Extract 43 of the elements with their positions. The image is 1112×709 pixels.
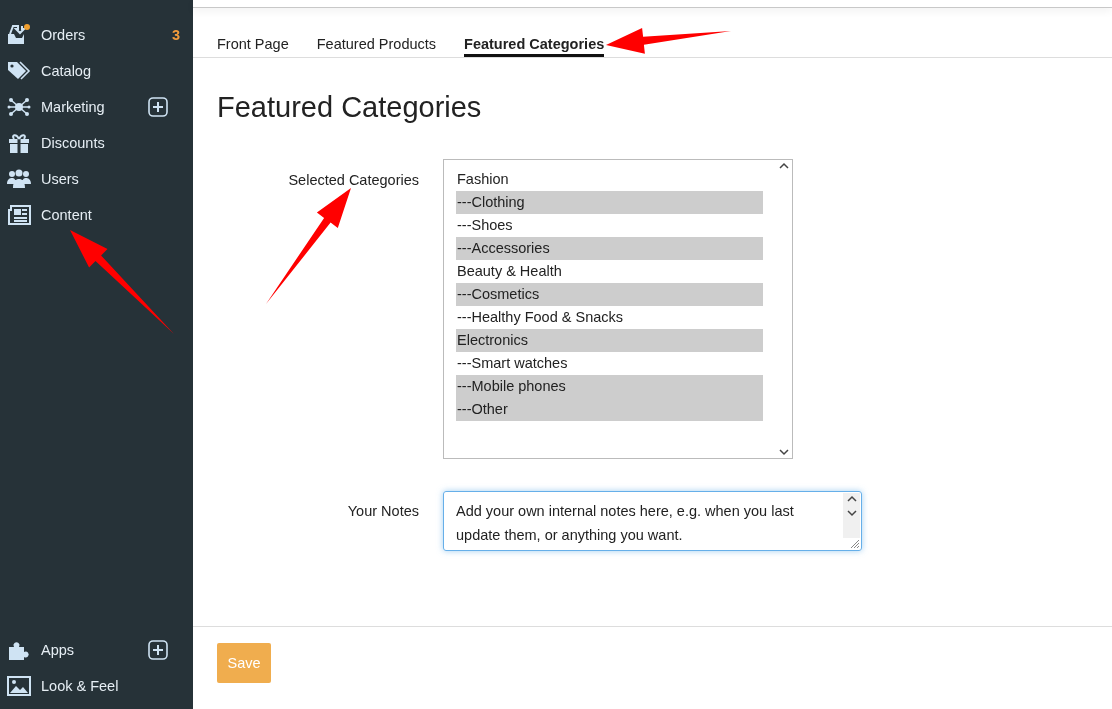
field-label: Your Notes (347, 502, 419, 519)
puzzle-icon (7, 639, 31, 661)
sidebar-item[interactable]: Orders 3 (0, 17, 193, 53)
category-option[interactable]: ---Healthy Food & Snacks (456, 306, 763, 329)
category-option[interactable]: ---Shoes (456, 214, 763, 237)
gift-icon (7, 132, 31, 154)
notes-field[interactable]: Add your own internal notes here, e.g. when you last update them, or anything you want. (443, 491, 862, 551)
category-option[interactable]: ---Mobile phones (456, 375, 763, 398)
category-option[interactable]: ---Clothing (456, 191, 763, 214)
categories-listbox[interactable]: Fashion ---Clothing ---Shoes ---Accessories Beauty & Health ---Cosmetics ---Healthy Food & Snacks Electronics ---Smart watches ---Mobile phones ---Other (443, 159, 793, 459)
sidebar-item[interactable]: Catalog (0, 53, 193, 89)
tab[interactable]: Featured Categories (464, 36, 605, 57)
tab[interactable]: Front Page (217, 36, 289, 57)
sidebar-item[interactable]: Discounts (0, 125, 193, 161)
scroll-up-icon[interactable] (846, 495, 857, 503)
add-icon[interactable] (146, 97, 170, 117)
add-icon[interactable] (146, 640, 170, 660)
tag-icon (7, 60, 31, 82)
users-icon (7, 168, 31, 190)
category-option[interactable]: Electronics (456, 329, 763, 352)
scroll-down-icon[interactable] (846, 509, 857, 517)
category-option[interactable]: ---Cosmetics (456, 283, 763, 306)
sidebar-item[interactable]: Marketing (0, 89, 193, 125)
field-label: Selected Categories (288, 171, 419, 188)
tab[interactable]: Featured Products (316, 36, 437, 57)
category-option[interactable]: Fashion (456, 168, 763, 191)
network-icon (7, 96, 31, 118)
sidebar-item[interactable]: Look & Feel (0, 668, 193, 704)
category-option[interactable]: ---Other (456, 398, 763, 421)
scroll-down-icon[interactable] (778, 448, 789, 456)
sidebar-item[interactable]: Apps (0, 632, 193, 668)
sidebar-item[interactable]: Content (0, 197, 193, 233)
order-count: 3 (171, 27, 180, 43)
newspaper-icon (7, 204, 31, 226)
resize-grip-icon[interactable] (849, 538, 860, 549)
picture-icon (7, 675, 31, 697)
page-heading: Featured Categories (217, 91, 483, 124)
sidebar-item[interactable]: Users (0, 161, 193, 197)
scroll-up-icon[interactable] (778, 162, 789, 170)
category-option[interactable]: ---Smart watches (456, 352, 763, 375)
inbox-icon (7, 24, 31, 46)
category-option[interactable]: Beauty & Health (456, 260, 763, 283)
category-option[interactable]: ---Accessories (456, 237, 763, 260)
